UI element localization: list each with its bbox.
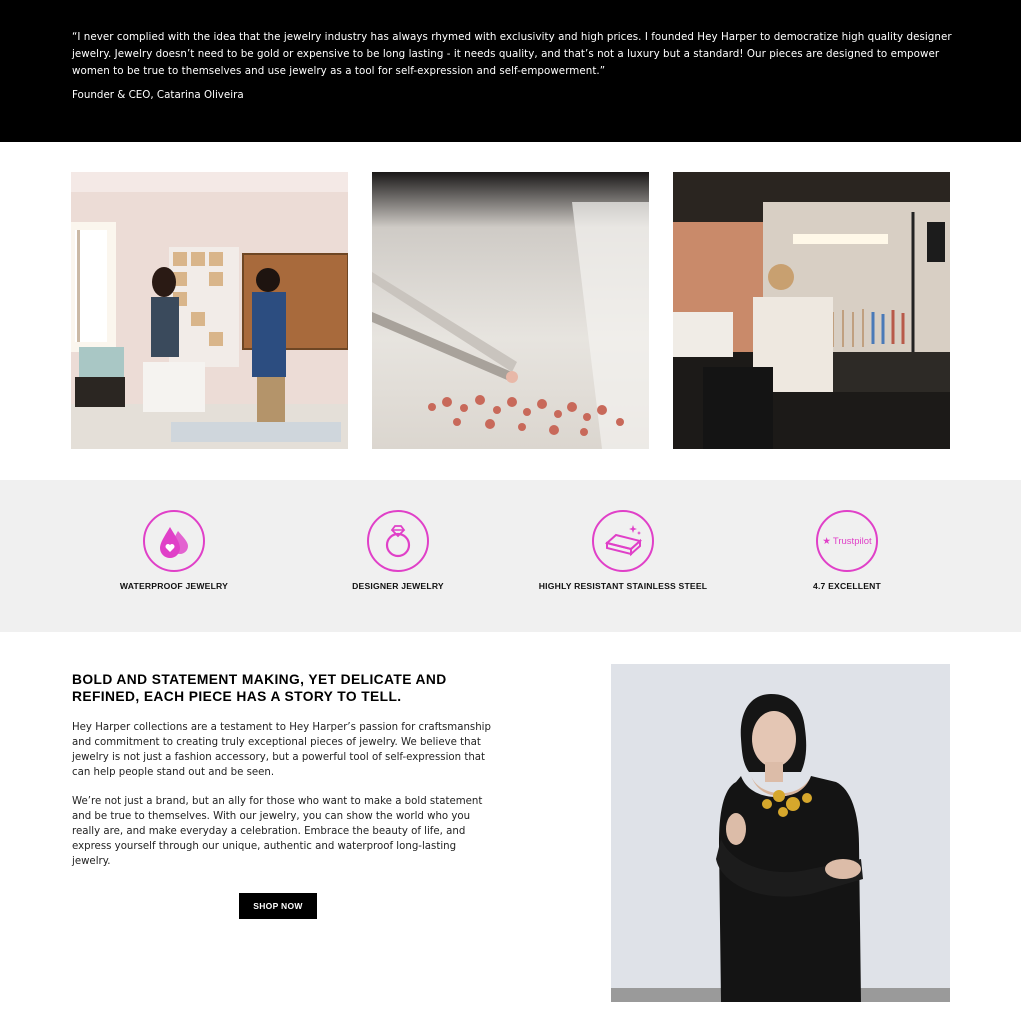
- feature-label: DESIGNER JEWELRY: [352, 581, 444, 591]
- feature-label: 4.7 EXCELLENT: [812, 581, 882, 591]
- feature-waterproof: WATERPROOF JEWELRY: [74, 510, 274, 591]
- founder-quote-section: “I never complied with the idea that the…: [0, 0, 1021, 142]
- story-title: BOLD AND STATEMENT MAKING, YET DELICATE …: [72, 672, 447, 704]
- founder-quote-author: Founder & CEO, Catarina Oliveira: [72, 89, 244, 101]
- feature-label: HIGHLY RESISTANT STAINLESS STEEL: [538, 581, 708, 591]
- gallery-photo-design-studio: [71, 172, 348, 449]
- founder-quote-text: “I never complied with the idea that the…: [72, 31, 952, 77]
- trustpilot-icon[interactable]: ★ Trustpilot: [816, 510, 878, 572]
- trustpilot-badge-text: Trustpilot: [832, 535, 872, 547]
- features-band: WATERPROOF JEWELRY DESIGNER JEWELRY HIGH…: [0, 480, 1021, 632]
- star-icon: ★: [822, 535, 831, 547]
- steel-bar-icon: [592, 510, 654, 572]
- gallery-photo-tweezers-stones: [372, 172, 649, 449]
- feature-label: WATERPROOF JEWELRY: [119, 581, 229, 591]
- gallery-photo-jeweler-workbench: [673, 172, 950, 449]
- atelier-gallery: [0, 172, 1021, 449]
- story-paragraph-2: We’re not just a brand, but an ally for …: [72, 796, 483, 867]
- waterproof-drop-icon: [143, 510, 205, 572]
- story-paragraph-1: Hey Harper collections are a testament t…: [72, 722, 491, 778]
- feature-designer: DESIGNER JEWELRY: [298, 510, 498, 591]
- feature-stainless-steel: HIGHLY RESISTANT STAINLESS STEEL: [523, 510, 723, 591]
- shop-now-button[interactable]: SHOP NOW: [239, 893, 317, 919]
- feature-trustpilot-rating[interactable]: ★ Trustpilot 4.7 EXCELLENT: [747, 510, 947, 591]
- ring-icon: [367, 510, 429, 572]
- model-photo: [611, 664, 950, 1002]
